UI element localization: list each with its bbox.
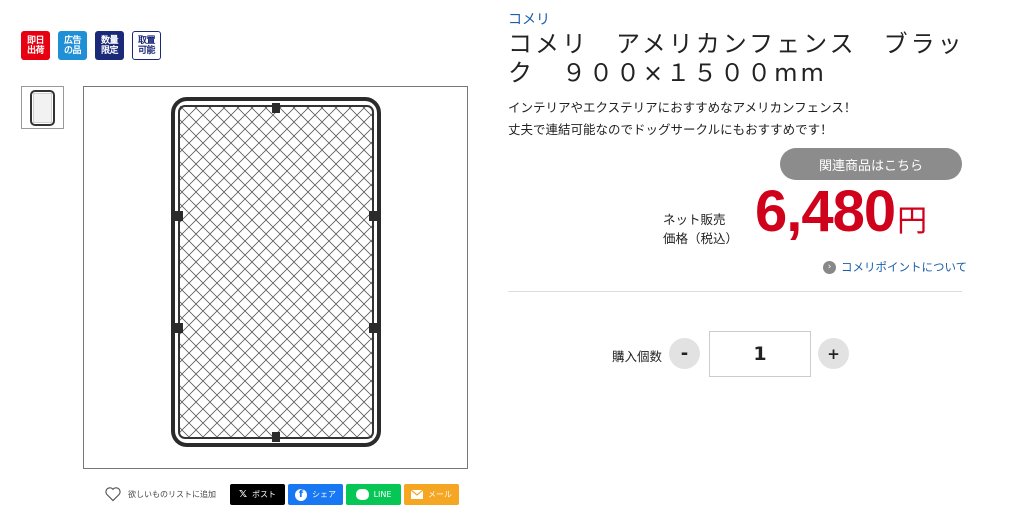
price-amount: 6,480 bbox=[755, 179, 896, 244]
product-main-image[interactable] bbox=[83, 86, 468, 469]
badge-limited-quantity: 数量 限定 bbox=[95, 31, 124, 60]
chevron-right-icon: › bbox=[823, 260, 836, 274]
komeri-points-link[interactable]: › コメリポイントについて bbox=[823, 259, 967, 275]
badge-same-day-shipping: 即日 出荷 bbox=[21, 31, 50, 60]
heart-icon bbox=[105, 487, 121, 502]
share-x-button[interactable]: 𝕏 ポスト bbox=[230, 484, 285, 505]
share-x-label: ポスト bbox=[252, 490, 277, 499]
product-description: インテリアやエクステリアにおすすめなアメリカンフェンス！ 丈夫で連結可能なのでド… bbox=[508, 97, 856, 141]
badge-row: 即日 出荷 広告 の品 数量 限定 取置 可能 bbox=[21, 31, 161, 60]
share-line-label: LINE bbox=[373, 490, 392, 499]
related-products-button[interactable]: 関連商品はこちら bbox=[780, 148, 962, 180]
add-to-wishlist[interactable]: 欲しいものリストに追加 bbox=[104, 486, 216, 502]
price-currency: 円 bbox=[897, 204, 928, 239]
price-label-line2: 価格（税込） bbox=[663, 231, 739, 246]
brand-link[interactable]: コメリ bbox=[508, 9, 550, 29]
share-mail-button[interactable]: メール bbox=[404, 484, 459, 505]
fence-thumbnail-image bbox=[30, 89, 55, 126]
badge-store-pickup: 取置 可能 bbox=[132, 31, 161, 60]
share-facebook-button[interactable]: f シェア bbox=[288, 484, 343, 505]
price-label-line1: ネット販売 bbox=[663, 212, 726, 227]
mail-icon bbox=[411, 490, 423, 499]
badge-advertised-item: 広告 の品 bbox=[58, 31, 87, 60]
description-line: インテリアやエクステリアにおすすめなアメリカンフェンス！ bbox=[508, 100, 857, 115]
price-display: 6,480 円 bbox=[755, 178, 927, 245]
facebook-icon: f bbox=[295, 488, 307, 501]
points-link-label: コメリポイントについて bbox=[841, 260, 968, 274]
quantity-decrement-button[interactable]: - bbox=[669, 338, 700, 369]
product-thumbnail[interactable] bbox=[21, 86, 64, 129]
line-icon bbox=[355, 489, 369, 500]
divider bbox=[508, 291, 962, 292]
x-logo-icon: 𝕏 bbox=[238, 489, 248, 500]
price-label: ネット販売 価格（税込） bbox=[663, 210, 738, 248]
quantity-increment-button[interactable]: + bbox=[818, 338, 849, 369]
share-mail-label: メール bbox=[428, 490, 452, 499]
share-line-button[interactable]: LINE bbox=[346, 484, 401, 505]
fence-image bbox=[171, 97, 381, 447]
quantity-input[interactable] bbox=[709, 331, 811, 377]
product-title: コメリ アメリカンフェンス ブラック ９００×１５００mm bbox=[508, 30, 965, 87]
quantity-label: 購入個数 bbox=[612, 349, 663, 364]
wishlist-label: 欲しいものリストに追加 bbox=[128, 489, 216, 499]
description-line: 丈夫で連結可能なのでドッグサークルにもおすすめです！ bbox=[508, 122, 833, 137]
share-facebook-label: シェア bbox=[312, 490, 336, 499]
